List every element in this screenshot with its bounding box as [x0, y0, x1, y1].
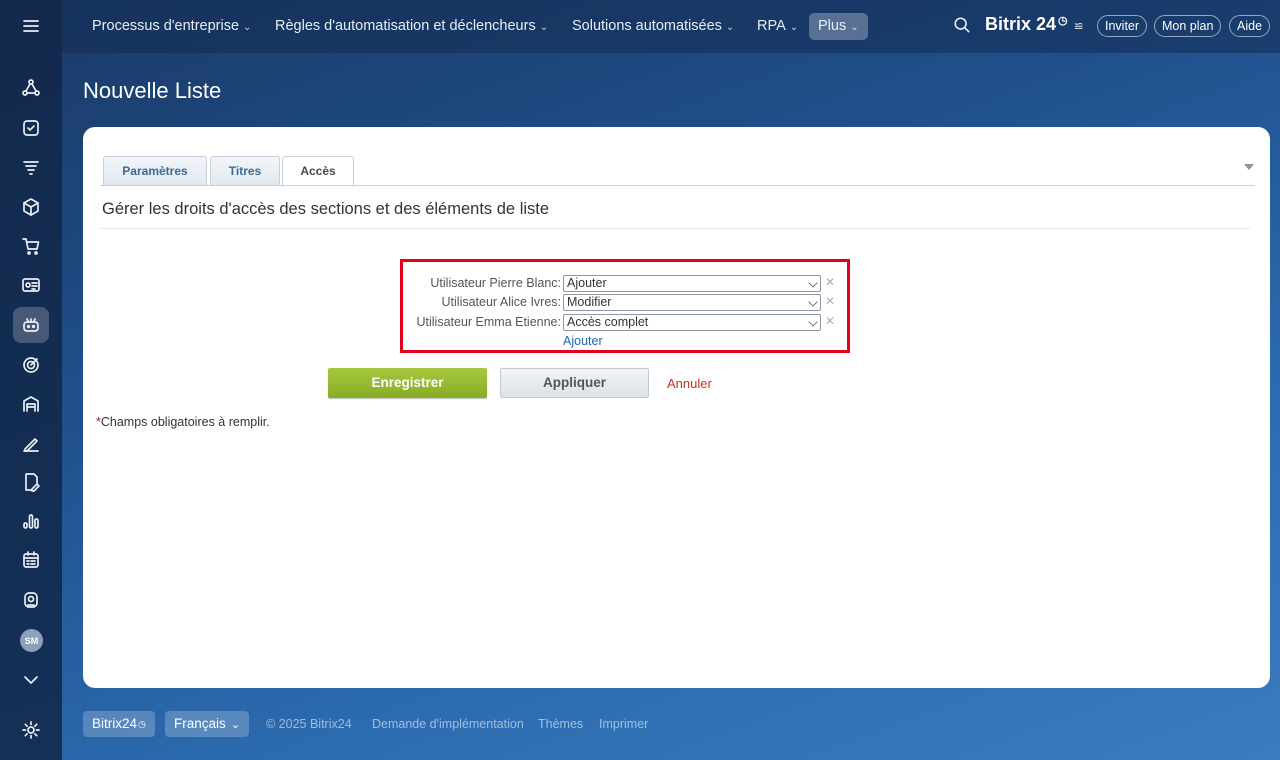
- nav-automation-rules[interactable]: Règles d'automatisation et déclencheurs ⌄: [275, 13, 548, 40]
- nav-automated-solutions[interactable]: Solutions automatisées ⌄: [572, 13, 734, 40]
- chevron-down-icon: [808, 317, 818, 327]
- save-button[interactable]: Enregistrer: [328, 368, 487, 398]
- tab-access[interactable]: Accès: [282, 156, 354, 187]
- my-plan-button[interactable]: Mon plan: [1154, 15, 1222, 37]
- brand-text: Bitrix 24: [985, 14, 1057, 34]
- permission-user-label: Utilisateur Alice Ivres:: [441, 295, 561, 309]
- gear-icon[interactable]: [13, 712, 49, 748]
- clock-icon: ◷: [1058, 15, 1068, 27]
- sitemap-icon[interactable]: [13, 70, 49, 106]
- section-divider: [100, 228, 1250, 229]
- search-icon[interactable]: [953, 16, 973, 36]
- chevron-down-icon: [808, 278, 818, 288]
- remove-icon[interactable]: ✕: [825, 275, 835, 289]
- target-icon[interactable]: [13, 347, 49, 383]
- chevron-down-icon[interactable]: [13, 662, 49, 698]
- permission-value: Accès complet: [567, 315, 649, 329]
- language-selector[interactable]: Français ⌄: [165, 711, 249, 737]
- funnel-icon[interactable]: [13, 150, 49, 186]
- nav-more[interactable]: Plus ⌄: [809, 13, 868, 40]
- nav-label: Processus d'entreprise: [92, 18, 240, 34]
- warehouse-icon[interactable]: [13, 386, 49, 422]
- contact-card-icon[interactable]: [13, 267, 49, 303]
- footer-link-print[interactable]: Imprimer: [599, 717, 648, 731]
- permission-row: Utilisateur Alice Ivres: Modifier ✕: [83, 294, 1270, 312]
- cancel-link[interactable]: Annuler: [667, 376, 712, 391]
- permission-select[interactable]: Ajouter: [563, 275, 821, 292]
- nav-label: Solutions automatisées: [572, 18, 722, 34]
- chevron-down-icon: ⌄: [243, 22, 252, 33]
- chevron-down-icon: ⌄: [789, 22, 799, 33]
- clock-icon: ◷: [138, 719, 146, 729]
- settings-sliders-icon[interactable]: ≌: [1074, 19, 1084, 33]
- calendar-icon[interactable]: [13, 542, 49, 578]
- chevron-down-icon: ⌄: [539, 22, 549, 33]
- support-icon[interactable]: [13, 582, 49, 618]
- nav-rpa[interactable]: RPA ⌄: [757, 13, 798, 40]
- section-title: Gérer les droits d'accès des sections et…: [102, 200, 550, 218]
- permission-user-label: Utilisateur Emma Etienne:: [416, 315, 561, 329]
- permission-select[interactable]: Modifier: [563, 294, 821, 311]
- nav-label: RPA: [757, 18, 786, 34]
- brand-logo[interactable]: Bitrix 24 ◷ ≌: [985, 14, 1084, 35]
- collapse-caret-icon[interactable]: [1244, 164, 1254, 170]
- footer-link-themes[interactable]: Thèmes: [538, 717, 583, 731]
- footer-copyright: © 2025 Bitrix24: [266, 717, 352, 731]
- cart-icon[interactable]: [13, 228, 49, 264]
- menu-icon[interactable]: [13, 8, 49, 44]
- tab-titles[interactable]: Titres: [210, 156, 280, 185]
- permission-row: Utilisateur Pierre Blanc: Ajouter ✕: [83, 275, 1270, 293]
- footer-brand-button[interactable]: Bitrix24◷: [83, 711, 155, 737]
- doc-edit-icon[interactable]: [13, 464, 49, 500]
- apply-button[interactable]: Appliquer: [500, 368, 649, 398]
- analytics-icon[interactable]: [13, 503, 49, 539]
- footer-link-implementation[interactable]: Demande d'implémentation: [372, 717, 524, 731]
- sign-icon[interactable]: [13, 425, 49, 461]
- avatar[interactable]: SM: [20, 629, 43, 652]
- chevron-down-icon: ⌄: [850, 22, 859, 33]
- nav-label: Règles d'automatisation et déclencheurs: [275, 18, 536, 34]
- left-sidebar: SM: [0, 0, 62, 760]
- required-fields-note: *Champs obligatoires à remplir.: [96, 415, 270, 429]
- tab-parameters[interactable]: Paramètres: [103, 156, 207, 185]
- nav-label: Plus: [818, 18, 847, 34]
- required-note-text: Champs obligatoires à remplir.: [100, 415, 270, 429]
- box-icon[interactable]: [13, 189, 49, 225]
- permission-value: Modifier: [567, 295, 612, 309]
- page-title: Nouvelle Liste: [83, 78, 222, 103]
- invite-button[interactable]: Inviter: [1097, 15, 1148, 37]
- permission-select[interactable]: Accès complet: [563, 314, 821, 331]
- chevron-down-icon: ⌄: [725, 22, 735, 33]
- main-card: Paramètres Titres Accès Gérer les droits…: [83, 127, 1270, 688]
- remove-icon[interactable]: ✕: [825, 314, 835, 328]
- remove-icon[interactable]: ✕: [825, 294, 835, 308]
- nav-business-processes[interactable]: Processus d'entreprise ⌄: [92, 13, 251, 40]
- tasks-icon[interactable]: [13, 110, 49, 146]
- robot-icon[interactable]: [13, 307, 49, 343]
- permission-user-label: Utilisateur Pierre Blanc:: [430, 276, 561, 290]
- permission-value: Ajouter: [567, 276, 607, 290]
- help-button[interactable]: Aide: [1229, 15, 1271, 37]
- chevron-down-icon: ⌄: [230, 719, 240, 731]
- tab-divider: [100, 185, 1255, 186]
- language-label: Français: [174, 716, 226, 731]
- add-permission-link[interactable]: Ajouter: [563, 334, 603, 348]
- chevron-down-icon: [808, 297, 818, 307]
- footer-brand-text: Bitrix24: [92, 716, 138, 731]
- permission-row: Utilisateur Emma Etienne: Accès complet …: [83, 314, 1270, 332]
